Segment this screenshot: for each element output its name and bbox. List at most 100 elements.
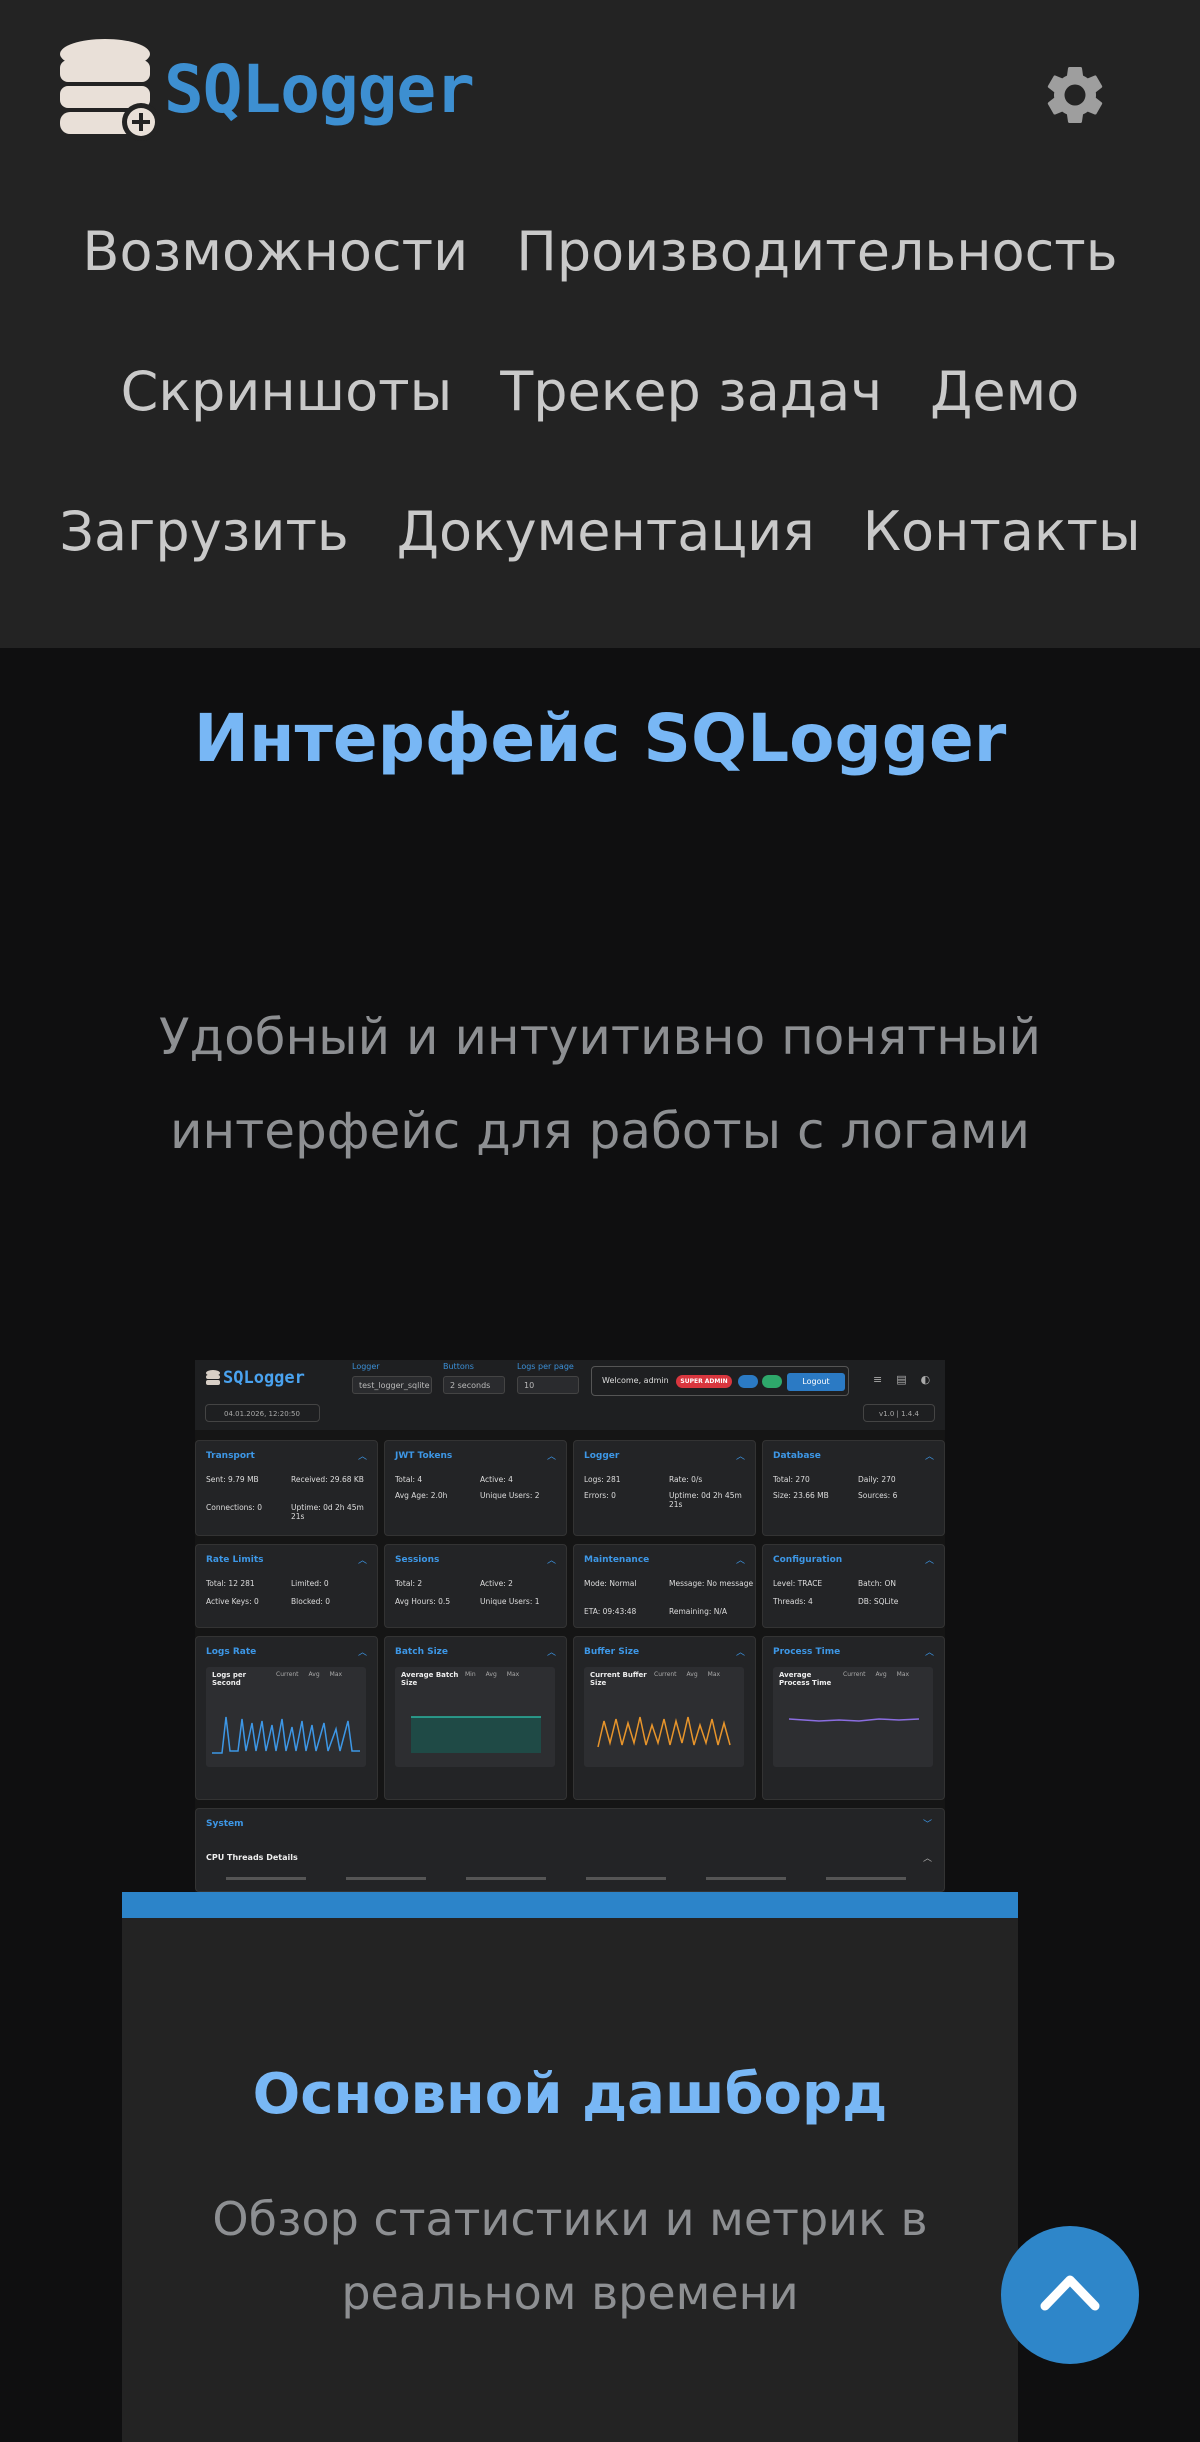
stat-value: DB: SQLite [858,1597,899,1606]
screenshot-topbar: SQLogger Logger test_logger_sqlite Butto… [195,1360,945,1430]
stat-value: Blocked: 0 [291,1597,331,1606]
scroll-to-top-button[interactable] [1001,2226,1139,2364]
key-icon[interactable] [738,1375,758,1388]
thread-bar [706,1877,786,1880]
caption-accent-bar [122,1892,1018,1918]
logs-per-page-select[interactable]: 10 [517,1376,579,1394]
chevron-up-icon [1040,2275,1100,2311]
mini-chart: Logs per Second Current Avg Max [206,1667,366,1767]
chevron-up-icon[interactable]: ︿ [923,1851,932,1864]
chevron-up-icon[interactable]: ︿ [547,1449,556,1462]
caption-description: Обзор статистики и метрик в реальном вре… [212,2192,928,2320]
site-logo[interactable]: SQLogger [58,36,475,142]
col-label: Avg [485,1671,497,1678]
stat-value: Total: 2 [395,1579,423,1588]
buffer-size-card[interactable]: Buffer Size ︿ Current Buffer Size Current… [573,1636,756,1800]
datetime-badge: 04.01.2026, 12:20:50 [205,1404,320,1422]
database-card[interactable]: Database ︿ Total: 270 Daily: 270 Size: 23.… [762,1440,945,1536]
nav-link-features[interactable]: Возможности [82,222,468,282]
nav-row: Возможности Производительность [0,222,1200,362]
buttons-label: Buttons [443,1362,474,1371]
chevron-up-icon[interactable]: ︿ [925,1645,934,1658]
logger-label: Logger [352,1362,380,1371]
logo-text: SQLogger [164,50,475,128]
buffer-size-sparkline [597,1716,731,1748]
jwt-tokens-card[interactable]: JWT Tokens ︿ Total: 4 Active: 4 Avg Age: 2… [384,1440,567,1536]
card-title: Sessions [395,1555,440,1565]
chart-columns: Current Avg Max [843,1671,909,1678]
toolbar-icons[interactable]: ≡▤◐ [873,1373,944,1386]
logger-card[interactable]: Logger ︿ Logs: 281 Rate: 0/s Errors: 0 Upti… [573,1440,756,1536]
logout-button[interactable]: Logout [787,1373,845,1391]
nav-link-docs[interactable]: Документация [397,502,815,562]
col-label: Current [843,1671,866,1678]
logs-per-page-label: Logs per page [517,1362,574,1371]
dashboard-screenshot[interactable]: SQLogger Logger test_logger_sqlite Butto… [195,1360,945,1892]
card-row: ETA: 09:43:48 Remaining: N/A [584,1607,754,1616]
nav-link-task-tracker[interactable]: Трекер задач [500,362,882,422]
card-row: Sent: 9.79 MB Received: 29.68 KB [206,1475,376,1484]
col-label: Max [506,1671,520,1678]
stat-value: Batch: ON [858,1579,896,1588]
card-title: Rate Limits [206,1555,264,1565]
transport-card[interactable]: Transport ︿ Sent: 9.79 MB Received: 29.68 … [195,1440,378,1536]
card-row: Mode: Normal Message: No message [584,1579,754,1588]
chevron-up-icon[interactable]: ︿ [547,1645,556,1658]
sessions-card[interactable]: Sessions ︿ Total: 2 Active: 2 Avg Hours: 0… [384,1544,567,1628]
welcome-text: Welcome, admin [602,1376,669,1385]
buttons-select[interactable]: 2 seconds [443,1376,505,1394]
nav-link-demo[interactable]: Демо [930,362,1079,422]
chevron-up-icon[interactable]: ︿ [925,1553,934,1566]
chevron-up-icon[interactable]: ︿ [736,1449,745,1462]
database-icon [206,1370,220,1385]
chevron-up-icon[interactable]: ︿ [358,1449,367,1462]
rate-limits-card[interactable]: Rate Limits ︿ Total: 12 281 Limited: 0 Act… [195,1544,378,1628]
maintenance-card[interactable]: Maintenance ︿ Mode: Normal Message: No mes… [573,1544,756,1628]
batch-size-area [411,1716,541,1753]
card-row: Avg Age: 2.0h Unique Users: 2 [395,1491,565,1500]
process-time-card[interactable]: Process Time ︿ Average Process Time Curre… [762,1636,945,1800]
nav-link-screenshots[interactable]: Скриншоты [121,362,453,422]
configuration-card[interactable]: Configuration ︿ Level: TRACE Batch: ON Thr… [762,1544,945,1628]
section-subtitle: Удобный и интуитивно понятный интерфейс … [159,1008,1041,1160]
card-title: JWT Tokens [395,1451,453,1461]
col-label: Max [329,1671,343,1678]
card-title: Transport [206,1451,255,1461]
stat-value: Received: 29.68 KB [291,1475,364,1484]
chevron-up-icon[interactable]: ︿ [736,1553,745,1566]
status-toggle-icon[interactable] [762,1375,782,1388]
stat-value: Errors: 0 [584,1491,616,1500]
chevron-up-icon[interactable]: ︿ [358,1553,367,1566]
card-row: Total: 270 Daily: 270 [773,1475,943,1484]
chevron-up-icon[interactable]: ︿ [925,1449,934,1462]
logger-select[interactable]: test_logger_sqlite [352,1376,432,1394]
chevron-up-icon[interactable]: ︿ [547,1553,556,1566]
card-row: Connections: 0 Uptime: 0d 2h 45m 21s [206,1503,376,1521]
chevron-down-icon[interactable]: ﹀ [923,1817,932,1830]
card-title: Logger [584,1451,620,1461]
col-label: Current [276,1671,299,1678]
card-row: Total: 12 281 Limited: 0 [206,1579,376,1588]
stat-value: Uptime: 0d 2h 45m 21s [669,1491,742,1509]
stat-value: Total: 4 [395,1475,423,1484]
stat-value: Sources: 6 [858,1491,898,1500]
stat-value: Unique Users: 1 [480,1597,540,1606]
nav-link-performance[interactable]: Производительность [516,222,1117,282]
stat-value: Avg Age: 2.0h [395,1491,448,1500]
logs-rate-card[interactable]: Logs Rate ︿ Logs per Second Current Avg Max [195,1636,378,1800]
process-time-sparkline [788,1718,920,1722]
card-row: Threads: 4 DB: SQLite [773,1597,943,1606]
stat-value: Threads: 4 [773,1597,813,1606]
batch-size-card[interactable]: Batch Size ︿ Average Batch Size Min Avg Max [384,1636,567,1800]
site-header: SQLogger Возможности Производительность … [0,0,1200,648]
chart-columns: Min Avg Max [465,1671,519,1678]
chevron-up-icon[interactable]: ︿ [736,1645,745,1658]
chevron-up-icon[interactable]: ︿ [358,1645,367,1658]
card-title: Batch Size [395,1647,449,1657]
card-row: Logs: 281 Rate: 0/s [584,1475,754,1484]
system-card[interactable]: System ﹀ CPU Threads Details ︿ [195,1808,945,1892]
nav-link-contacts[interactable]: Контакты [863,502,1141,562]
nav-link-download[interactable]: Загрузить [59,502,348,562]
stat-value: Avg Hours: 0.5 [395,1597,451,1606]
settings-gear-icon[interactable] [1040,60,1110,130]
